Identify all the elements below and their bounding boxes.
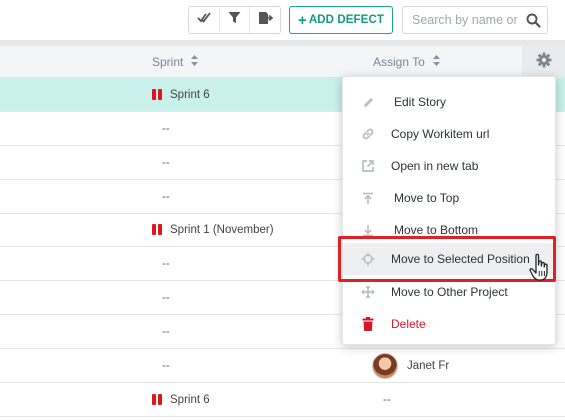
highlight-annotation xyxy=(338,236,556,282)
menu-item-edit-story[interactable]: Edit Story xyxy=(343,86,557,118)
toolbar: + ADD DEFECT xyxy=(0,0,565,40)
move-top-icon xyxy=(361,191,375,205)
menu-item-label: Copy Workitem url xyxy=(391,127,490,141)
sprint-label: -- xyxy=(162,257,170,270)
toolbar-icon-group xyxy=(188,6,281,34)
table-row[interactable]: -- Janet Fr xyxy=(0,349,565,383)
sprint-cell: Sprint 6 xyxy=(152,383,210,416)
trash-icon xyxy=(361,317,375,331)
menu-item-label: Move to Top xyxy=(394,191,460,205)
check-all-button[interactable] xyxy=(189,7,219,33)
export-button[interactable] xyxy=(249,7,280,33)
sprint-icon xyxy=(152,394,162,405)
sprint-cell: -- xyxy=(162,112,170,145)
menu-item-label: Move to Bottom xyxy=(394,223,479,237)
filter-icon xyxy=(228,11,241,29)
pencil-icon xyxy=(361,95,375,109)
menu-item-label: Edit Story xyxy=(394,95,447,109)
gear-icon xyxy=(536,52,552,73)
plus-icon: + xyxy=(298,11,307,29)
move-bottom-icon xyxy=(361,223,375,237)
check-all-icon xyxy=(197,11,211,29)
sprint-cell: -- xyxy=(162,281,170,314)
sprint-label: Sprint 6 xyxy=(170,88,210,101)
sprint-label: Sprint 6 xyxy=(170,393,210,406)
table-header: Sprint Assign To xyxy=(0,46,565,78)
sprint-label: -- xyxy=(162,291,170,304)
sort-icon xyxy=(432,55,440,69)
context-menu: Edit Story Copy Workitem url Open in new… xyxy=(342,76,557,345)
sprint-label: -- xyxy=(162,156,170,169)
sprint-cell: -- xyxy=(162,146,170,179)
external-link-icon xyxy=(361,159,375,173)
hand-cursor-icon xyxy=(529,253,553,283)
sort-icon xyxy=(191,55,199,69)
column-header-assign-to[interactable]: Assign To xyxy=(373,55,440,69)
move-arrows-icon xyxy=(361,285,375,299)
export-icon xyxy=(258,11,273,30)
sprint-cell: -- xyxy=(162,247,170,280)
sprint-label: -- xyxy=(162,325,170,338)
menu-item-label: Delete xyxy=(391,317,426,331)
assign-cell: -- xyxy=(383,393,391,406)
sprint-label: -- xyxy=(162,122,170,135)
sprint-icon xyxy=(152,89,162,100)
column-settings-button[interactable] xyxy=(522,46,565,78)
sprint-cell: -- xyxy=(162,180,170,213)
sprint-cell: -- xyxy=(162,349,170,382)
link-icon xyxy=(361,127,375,141)
menu-item-label: Move to Other Project xyxy=(391,285,508,299)
avatar xyxy=(372,352,398,379)
menu-item-move-to-top[interactable]: Move to Top xyxy=(343,182,557,214)
search-icon[interactable] xyxy=(526,13,541,33)
sprint-label: Sprint 1 (November) xyxy=(170,223,274,236)
column-header-sprint[interactable]: Sprint xyxy=(152,55,199,69)
sprint-cell: Sprint 1 (November) xyxy=(152,213,274,246)
sprint-icon xyxy=(152,224,162,235)
sprint-label: -- xyxy=(162,190,170,203)
filter-button[interactable] xyxy=(218,7,250,33)
menu-item-delete[interactable]: Delete xyxy=(343,308,557,340)
column-label: Sprint xyxy=(152,55,184,69)
sprint-cell: Sprint 6 xyxy=(152,78,210,111)
sprint-label: -- xyxy=(162,359,170,372)
column-label: Assign To xyxy=(373,55,425,69)
assign-cell: Janet Fr xyxy=(372,349,449,382)
search-input[interactable] xyxy=(412,13,524,27)
search-box xyxy=(402,6,548,34)
table-row[interactable]: Sprint 6 -- xyxy=(0,383,565,417)
add-defect-label: ADD DEFECT xyxy=(308,14,384,26)
menu-item-open-in-new-tab[interactable]: Open in new tab xyxy=(343,150,557,182)
menu-item-copy-workitem-url[interactable]: Copy Workitem url xyxy=(343,118,557,150)
add-defect-button[interactable]: + ADD DEFECT xyxy=(289,6,393,34)
menu-item-label: Open in new tab xyxy=(391,159,479,173)
sprint-cell: -- xyxy=(162,315,170,348)
assignee-name: Janet Fr xyxy=(407,359,450,372)
